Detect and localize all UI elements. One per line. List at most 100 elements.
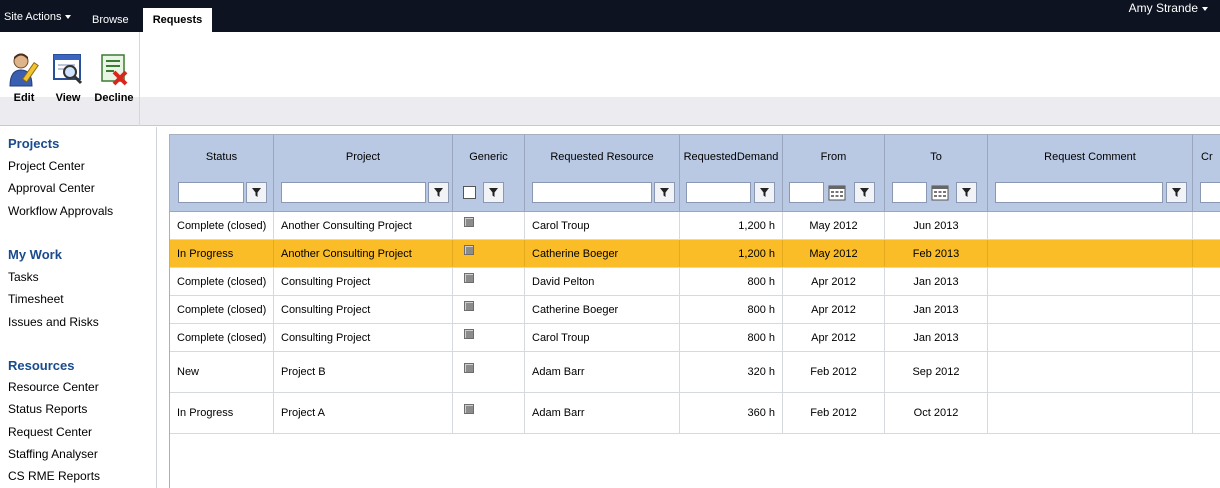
filter-button[interactable] — [246, 182, 267, 203]
column-title-line-1: Requested — [683, 151, 737, 163]
cell-demand: 1,200 h — [680, 240, 783, 267]
filter-button[interactable] — [483, 182, 504, 203]
next-filter-input[interactable] — [1200, 182, 1220, 203]
column-title: To — [930, 151, 942, 163]
cell-demand: 360 h — [680, 393, 783, 433]
cell-generic — [453, 393, 525, 433]
nav-item-status-reports[interactable]: Status Reports — [8, 402, 87, 416]
nav-item-tasks[interactable]: Tasks — [8, 270, 39, 284]
cell-from-text: Feb 2012 — [810, 407, 857, 419]
view-button[interactable]: View — [46, 52, 90, 104]
cell-comment — [988, 324, 1193, 351]
column-header-from[interactable]: From — [783, 135, 885, 212]
to-filter-input[interactable] — [892, 182, 927, 203]
nav-item-project-center[interactable]: Project Center — [8, 159, 85, 173]
nav-heading-projects[interactable]: Projects — [8, 136, 59, 151]
cell-demand-text: 360 h — [747, 407, 775, 419]
user-menu[interactable]: Amy Strande — [1129, 1, 1208, 15]
cell-project-text: Consulting Project — [281, 275, 371, 288]
table-row[interactable]: New Project B Adam Barr 320 h Feb 2012 Sep 20… — [170, 352, 1220, 393]
filter-button[interactable] — [654, 182, 675, 203]
column-header-status[interactable]: Status — [170, 135, 274, 212]
status-filter-input[interactable] — [178, 182, 244, 203]
comment-filter-input[interactable] — [995, 182, 1163, 203]
site-actions-menu[interactable]: Site Actions — [4, 11, 72, 23]
cell-resource-text: Catherine Boeger — [532, 247, 619, 260]
table-row[interactable]: In Progress Project A Adam Barr 360 h Feb 20… — [170, 393, 1220, 434]
table-row[interactable]: Complete (closed) Consulting Project Cathe… — [170, 296, 1220, 324]
column-header-requested-demand[interactable]: Requested Demand — [680, 135, 783, 212]
filter-icon — [434, 188, 443, 197]
tab-requests[interactable]: Requests — [143, 8, 212, 32]
column-title: Request Comment — [1044, 151, 1136, 163]
filter-button[interactable] — [428, 182, 449, 203]
column-header-project[interactable]: Project — [274, 135, 453, 212]
calendar-icon[interactable] — [828, 184, 846, 201]
cell-project-text: Another Consulting Project — [281, 219, 412, 232]
cell-demand: 1,200 h — [680, 212, 783, 239]
cell-resource: David Pelton — [525, 268, 680, 295]
requests-grid: Status Project Generic Requested Resourc… — [169, 134, 1220, 488]
cell-to: Sep 2012 — [885, 352, 988, 392]
nav-item-staffing-analyser[interactable]: Staffing Analyser — [8, 447, 98, 461]
nav-item-cs-rme-reports[interactable]: CS RME Reports — [8, 469, 100, 483]
column-title: Status — [205, 151, 238, 163]
cell-demand: 800 h — [680, 324, 783, 351]
nav-heading-resources[interactable]: Resources — [8, 358, 74, 373]
column-header-request-comment[interactable]: Request Comment — [988, 135, 1193, 212]
nav-heading-my-work[interactable]: My Work — [8, 247, 62, 262]
cell-resource-text: David Pelton — [532, 275, 595, 288]
decline-button[interactable]: Decline — [92, 52, 136, 104]
cell-status: New — [170, 352, 274, 392]
cell-to: Jun 2013 — [885, 212, 988, 239]
cell-to-text: Jan 2013 — [913, 331, 959, 344]
nav-item-issues-risks[interactable]: Issues and Risks — [8, 315, 99, 329]
cell-resource: Adam Barr — [525, 352, 680, 392]
column-title: From — [820, 151, 847, 163]
filter-button[interactable] — [854, 182, 875, 203]
filter-icon — [252, 188, 261, 197]
filter-button[interactable] — [956, 182, 977, 203]
filter-button[interactable] — [1166, 182, 1187, 203]
cell-resource: Carol Troup — [525, 212, 680, 239]
cell-demand: 800 h — [680, 268, 783, 295]
table-row[interactable]: In Progress Another Consulting Project Cat… — [170, 240, 1220, 268]
cell-resource: Catherine Boeger — [525, 240, 680, 267]
from-filter-input[interactable] — [789, 182, 824, 203]
nav-item-timesheet[interactable]: Timesheet — [8, 292, 64, 306]
column-header-to[interactable]: To — [885, 135, 988, 212]
user-name: Amy Strande — [1128, 1, 1198, 15]
nav-item-resource-center[interactable]: Resource Center — [8, 380, 99, 394]
tab-browse[interactable]: Browse — [92, 14, 129, 26]
column-header-next[interactable]: Cr — [1193, 135, 1220, 212]
resource-filter-input[interactable] — [532, 182, 652, 203]
cell-to: Jan 2013 — [885, 296, 988, 323]
calendar-icon[interactable] — [931, 184, 949, 201]
project-filter-input[interactable] — [281, 182, 426, 203]
cell-to-text: Jan 2013 — [913, 303, 959, 316]
column-header-requested-resource[interactable]: Requested Resource — [525, 135, 680, 212]
generic-filter-checkbox[interactable] — [463, 186, 476, 199]
cell-demand-text: 800 h — [747, 275, 775, 288]
table-row[interactable]: Complete (closed) Consulting Project Carol… — [170, 324, 1220, 352]
nav-item-request-center[interactable]: Request Center — [8, 425, 92, 439]
table-row[interactable]: Complete (closed) Consulting Project David… — [170, 268, 1220, 296]
demand-filter-input[interactable] — [686, 182, 751, 203]
cell-status-text: New — [177, 366, 200, 378]
cell-from: May 2012 — [783, 240, 885, 267]
filter-button[interactable] — [754, 182, 775, 203]
generic-checkbox-icon — [464, 216, 474, 227]
cell-to-text: Jun 2013 — [913, 219, 959, 232]
cell-status-text: Complete (closed) — [177, 303, 267, 316]
column-header-generic[interactable]: Generic — [453, 135, 525, 212]
cell-from-text: May 2012 — [809, 247, 858, 260]
generic-checkbox-icon — [464, 300, 474, 311]
edit-button[interactable]: Edit — [2, 52, 46, 104]
table-row[interactable]: Complete (closed) Another Consulting Proj… — [170, 212, 1220, 240]
column-title: Requested Demand — [680, 139, 782, 175]
cell-to: Jan 2013 — [885, 324, 988, 351]
cell-comment — [988, 212, 1193, 239]
nav-item-approval-center[interactable]: Approval Center — [8, 181, 95, 195]
nav-item-workflow-approvals[interactable]: Workflow Approvals — [8, 204, 113, 218]
filter-icon — [1172, 188, 1181, 197]
